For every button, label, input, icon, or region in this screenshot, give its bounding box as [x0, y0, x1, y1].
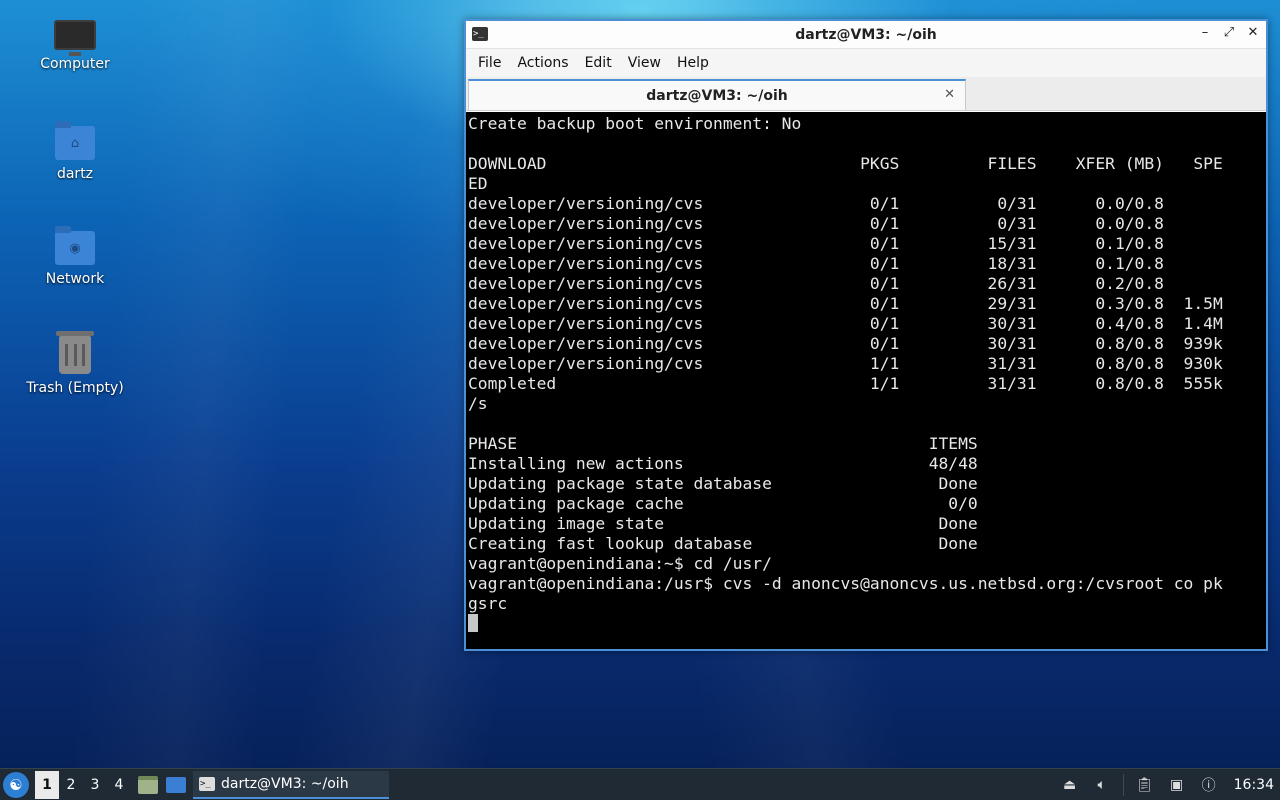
clock[interactable]: 16:34	[1234, 777, 1274, 793]
network-folder-icon: ◉	[55, 226, 95, 265]
show-desktop-icon	[166, 776, 186, 793]
system-tray: ⏏ 🔈︎ 📋︎ ▣ ⓘ 16:34	[1059, 769, 1280, 800]
desktop-icon-label: Computer	[40, 56, 110, 72]
taskbar: ☯ 1 2 3 4 >_ dartz@VM3: ~/oih ⏏ 🔈︎ 📋︎ ▣ …	[0, 768, 1280, 800]
tab-terminal[interactable]: dartz@VM3: ~/oih ✕	[468, 79, 966, 110]
window-titlebar[interactable]: >_ dartz@VM3: ~/oih – ⤢ ✕	[466, 21, 1266, 49]
desktop-icon-label: Network	[45, 271, 105, 287]
workspace-3[interactable]: 3	[83, 771, 107, 799]
desktop-icon-computer[interactable]: Computer	[20, 18, 130, 72]
tab-close-icon[interactable]: ✕	[944, 87, 955, 102]
minimize-button[interactable]: –	[1198, 25, 1212, 40]
menu-actions[interactable]: Actions	[509, 55, 576, 71]
window-title: dartz@VM3: ~/oih	[795, 26, 937, 43]
desktop-icon-home[interactable]: ⌂ dartz	[20, 121, 130, 182]
terminal-text: Create backup boot environment: No DOWNL…	[468, 114, 1266, 634]
notification-icon[interactable]: ⓘ	[1198, 774, 1220, 796]
home-folder-icon: ⌂	[55, 121, 95, 160]
close-button[interactable]: ✕	[1246, 25, 1260, 40]
workspace-1[interactable]: 1	[35, 770, 59, 799]
menu-help[interactable]: Help	[669, 55, 717, 71]
terminal-cursor	[468, 614, 478, 632]
terminal-window[interactable]: >_ dartz@VM3: ~/oih – ⤢ ✕ File Actions E…	[464, 19, 1268, 651]
menu-bar: File Actions Edit View Help	[466, 49, 1266, 77]
network-icon[interactable]: ▣	[1166, 774, 1188, 796]
terminal-icon: >_	[472, 27, 488, 41]
terminal-output[interactable]: Create backup boot environment: No DOWNL…	[466, 112, 1266, 649]
start-menu-icon[interactable]: ☯	[3, 771, 29, 798]
taskbar-item-terminal[interactable]: >_ dartz@VM3: ~/oih	[193, 770, 389, 799]
menu-file[interactable]: File	[470, 55, 509, 71]
volume-icon[interactable]: 🔈︎	[1091, 774, 1113, 796]
file-manager-icon	[138, 775, 158, 794]
terminal-icon: >_	[199, 776, 215, 791]
desktop-icon-label: dartz	[56, 166, 94, 182]
workspace-2[interactable]: 2	[59, 771, 83, 799]
eject-icon[interactable]: ⏏	[1059, 774, 1081, 796]
trash-icon	[56, 331, 94, 374]
file-manager-launcher[interactable]	[137, 774, 159, 796]
computer-icon	[54, 20, 96, 56]
workspace-4[interactable]: 4	[107, 771, 131, 799]
menu-view[interactable]: View	[620, 55, 669, 71]
tray-separator	[1122, 774, 1124, 796]
taskbar-item-label: dartz@VM3: ~/oih	[221, 775, 349, 792]
maximize-button[interactable]: ⤢	[1222, 25, 1236, 40]
desktop-icon-network[interactable]: ◉ Network	[20, 226, 130, 287]
workspace-switcher: 1 2 3 4	[35, 770, 131, 799]
tab-label: dartz@VM3: ~/oih	[646, 87, 788, 104]
menu-edit[interactable]: Edit	[577, 55, 620, 71]
clipboard-icon[interactable]: 📋︎	[1134, 774, 1156, 796]
show-desktop-launcher[interactable]	[165, 774, 187, 796]
desktop-icon-label: Trash (Empty)	[26, 380, 124, 396]
tab-bar: dartz@VM3: ~/oih ✕	[466, 77, 1266, 111]
desktop-icon-trash[interactable]: Trash (Empty)	[20, 331, 130, 396]
